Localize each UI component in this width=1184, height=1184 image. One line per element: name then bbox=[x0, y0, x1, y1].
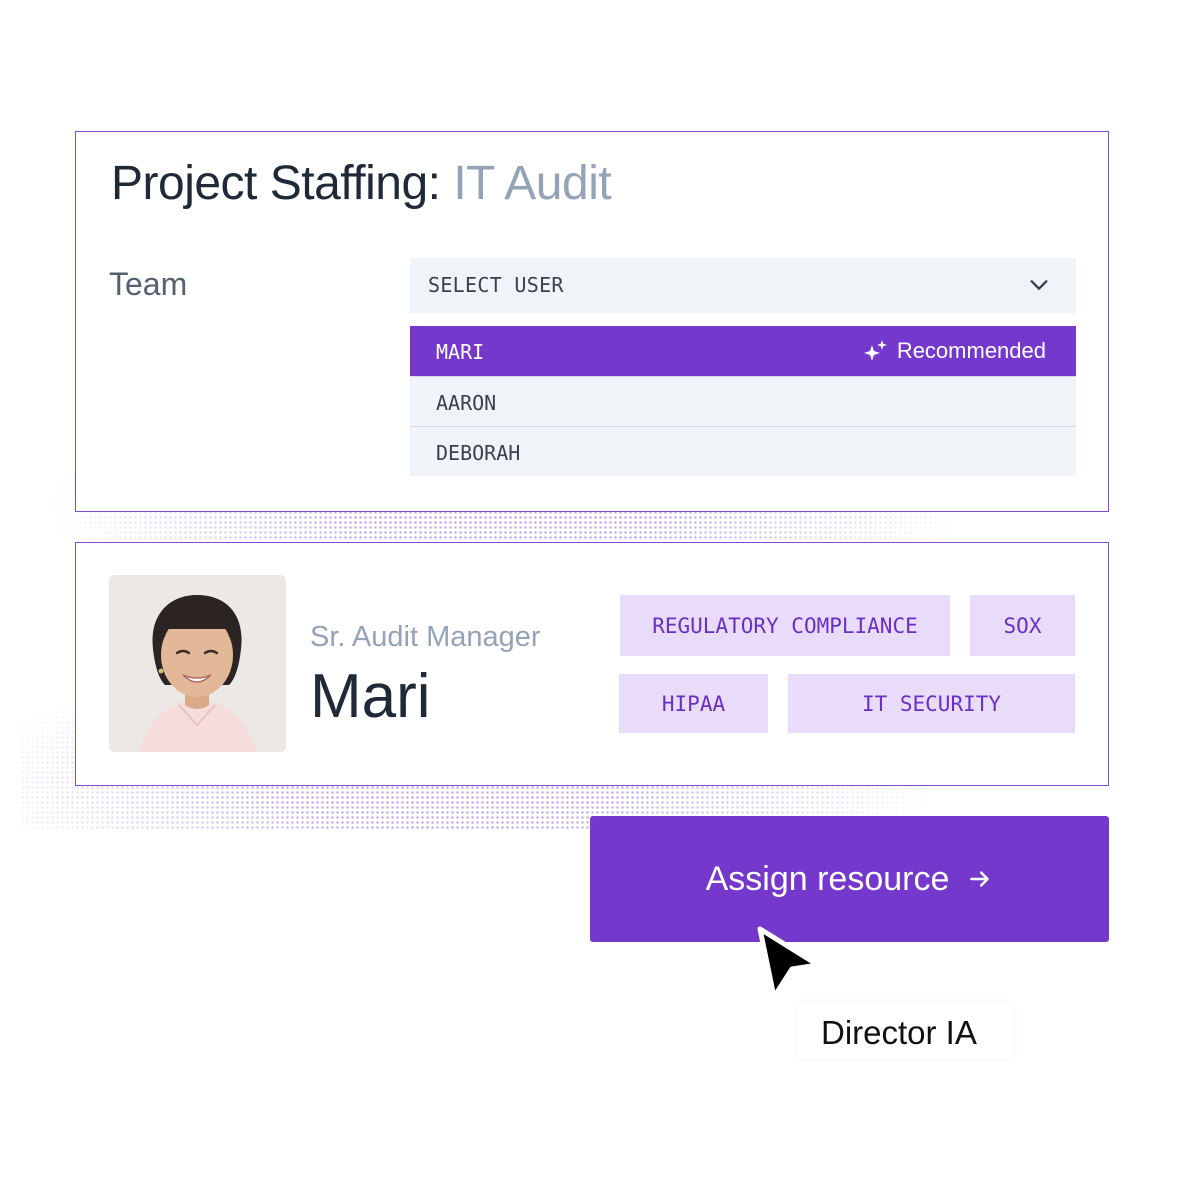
avatar-photo bbox=[109, 575, 286, 752]
skill-tag: HIPAA bbox=[619, 674, 768, 733]
assign-resource-button[interactable]: Assign resource bbox=[590, 816, 1109, 942]
skill-tag: SOX bbox=[970, 595, 1075, 656]
user-options-list: MARI Recommended AARON DEBORAH bbox=[410, 326, 1076, 476]
user-name: Mari bbox=[310, 662, 431, 731]
project-staffing-card: Project Staffing: IT Audit Team SELECT U… bbox=[75, 131, 1109, 512]
page-title: Project Staffing: IT Audit bbox=[111, 156, 612, 211]
user-option-mari[interactable]: MARI Recommended bbox=[410, 326, 1076, 376]
select-user-placeholder: SELECT USER bbox=[428, 273, 564, 297]
skill-tag: REGULATORY COMPLIANCE bbox=[620, 595, 950, 656]
cursor-user-tag: Director IA bbox=[797, 1002, 1013, 1058]
user-option-label: MARI bbox=[436, 340, 485, 364]
avatar bbox=[109, 575, 286, 752]
recommended-badge: Recommended bbox=[863, 338, 1046, 364]
user-profile-card: Sr. Audit Manager Mari REGULATORY COMPLI… bbox=[75, 542, 1109, 786]
user-option-deborah[interactable]: DEBORAH bbox=[410, 426, 1076, 476]
arrow-right-icon bbox=[970, 871, 990, 887]
user-option-aaron[interactable]: AARON bbox=[410, 376, 1076, 426]
recommended-label: Recommended bbox=[896, 338, 1046, 363]
page-title-project: IT Audit bbox=[453, 157, 612, 210]
chevron-down-icon bbox=[1030, 280, 1048, 290]
team-label: Team bbox=[109, 266, 188, 302]
assign-resource-label: Assign resource bbox=[705, 859, 950, 898]
page-title-main: Project Staffing: bbox=[111, 157, 441, 210]
select-user-dropdown[interactable]: SELECT USER bbox=[410, 258, 1076, 313]
sparkle-icon bbox=[863, 340, 887, 361]
mouse-pointer-icon bbox=[757, 926, 821, 1000]
user-option-label: DEBORAH bbox=[436, 441, 521, 465]
skill-tag: IT SECURITY bbox=[788, 674, 1075, 733]
user-option-label: AARON bbox=[436, 391, 497, 415]
cursor-user-label: Director IA bbox=[821, 1014, 977, 1051]
user-role: Sr. Audit Manager bbox=[310, 621, 541, 653]
